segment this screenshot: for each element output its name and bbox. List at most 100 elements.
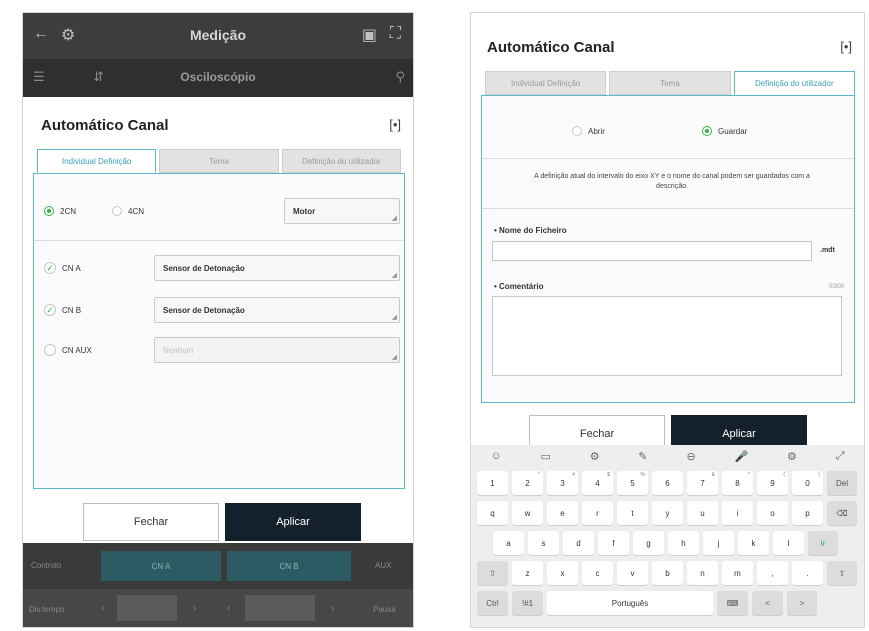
settings-icon[interactable]: ⚙	[590, 450, 600, 463]
prev-icon[interactable]: ‹	[227, 603, 230, 614]
tab-individual[interactable]: Individual Definição	[37, 149, 157, 173]
handwriting-icon[interactable]: ✎	[638, 450, 647, 463]
key-j[interactable]: j	[703, 531, 734, 555]
tab-individual[interactable]: Individual Definição	[485, 71, 607, 95]
key-2[interactable]: 2 "	[512, 471, 543, 495]
radio-save[interactable]: Guardar	[702, 126, 747, 136]
channel-a-sensor-select[interactable]: Sensor de Detonação ◢	[154, 255, 400, 281]
fullscreen-icon[interactable]: ⛶	[390, 25, 401, 43]
tab-bar: Individual Definição Tema Definição do u…	[37, 149, 401, 173]
key-3[interactable]: 3 #	[547, 471, 578, 495]
key-d[interactable]: d	[563, 531, 594, 555]
comment-textarea[interactable]	[492, 296, 842, 376]
key-o[interactable]: o	[757, 501, 788, 525]
shift-key[interactable]: ⇧	[827, 561, 857, 585]
key-i[interactable]: i	[722, 501, 753, 525]
key-secondary-label: "	[538, 472, 540, 478]
emoji-icon[interactable]: ☺	[490, 450, 501, 462]
radio-4cn[interactable]: 4CN	[112, 206, 144, 216]
key-w[interactable]: w	[512, 501, 543, 525]
tab-user-definition[interactable]: Definição do utilizador	[281, 149, 401, 173]
apply-button[interactable]: Aplicar	[225, 503, 361, 541]
key-q[interactable]: q	[477, 501, 508, 525]
delete-key[interactable]: Del	[827, 471, 857, 495]
key-c[interactable]: c	[582, 561, 613, 585]
key-a[interactable]: a	[493, 531, 524, 555]
key-y[interactable]: y	[652, 501, 683, 525]
key-,[interactable]: ,	[757, 561, 788, 585]
key-k[interactable]: k	[738, 531, 769, 555]
key-v[interactable]: v	[617, 561, 648, 585]
close-button[interactable]: Fechar	[83, 503, 219, 541]
volt-field[interactable]	[245, 595, 315, 621]
filename-input[interactable]	[492, 241, 812, 261]
key-u[interactable]: u	[687, 501, 718, 525]
image-icon[interactable]: ▣	[362, 25, 377, 45]
key-f[interactable]: f	[598, 531, 629, 555]
gear-icon[interactable]: ⚙	[787, 450, 797, 463]
key-m[interactable]: m	[722, 561, 753, 585]
key-z[interactable]: z	[512, 561, 543, 585]
key-p[interactable]: p	[792, 501, 823, 525]
mode-select[interactable]: Motor ◢	[284, 198, 400, 224]
key-1[interactable]: 1	[477, 471, 508, 495]
check-icon: ✓	[44, 304, 56, 316]
next-icon[interactable]: ›	[331, 603, 334, 614]
channel-b-sensor-select[interactable]: Sensor de Detonação ◢	[154, 297, 400, 323]
key-x[interactable]: x	[547, 561, 578, 585]
tab-theme[interactable]: Tema	[159, 149, 279, 173]
radio-2cn[interactable]: 2CN	[44, 206, 76, 216]
key-0[interactable]: 0)	[792, 471, 823, 495]
expand-icon[interactable]: [•]	[389, 117, 401, 132]
ctrl-key[interactable]: Ctrl	[477, 591, 508, 615]
radio-open[interactable]: Abrir	[572, 126, 605, 136]
key-b[interactable]: b	[652, 561, 683, 585]
go-key[interactable]: Ir	[808, 531, 838, 555]
dialog-title: Automático Canal	[41, 117, 169, 134]
prev-icon[interactable]: ‹	[101, 603, 104, 614]
key-s[interactable]: s	[528, 531, 559, 555]
key-e[interactable]: e	[547, 501, 578, 525]
tab-user-definition[interactable]: Definição do utilizador	[733, 71, 855, 95]
cursor-right-key[interactable]: >	[787, 591, 817, 615]
tab-theme[interactable]: Tema	[609, 71, 731, 95]
app-subheader: ☰ ⇵ Osciloscópio ⚲	[23, 59, 413, 97]
key-5[interactable]: 5%	[617, 471, 648, 495]
clipboard-icon[interactable]: ⊖	[686, 450, 695, 463]
collapse-icon[interactable]: ⤢	[836, 450, 845, 463]
sticker-icon[interactable]: ▭	[540, 450, 550, 463]
search-icon[interactable]: ⚲	[395, 69, 405, 85]
keyboard-switch-key[interactable]: ⌨	[717, 591, 748, 615]
timebase-field[interactable]	[117, 595, 177, 621]
key-n[interactable]: n	[687, 561, 718, 585]
key-7[interactable]: 7 &	[687, 471, 718, 495]
key-4[interactable]: 4 $	[582, 471, 613, 495]
channel-b-checkbox[interactable]: ✓ CN B	[44, 304, 81, 316]
key-r[interactable]: r	[582, 501, 613, 525]
channel-aux-checkbox[interactable]: CN AUX	[44, 344, 92, 356]
expand-icon[interactable]: [•]	[840, 39, 852, 54]
key-t[interactable]: t	[617, 501, 648, 525]
key-label: 5	[630, 478, 635, 488]
channel-a-checkbox[interactable]: ✓ CN A	[44, 262, 81, 274]
next-icon[interactable]: ›	[193, 603, 196, 614]
channel-aux-sensor-select[interactable]: Nenhum ◢	[154, 337, 400, 363]
key-.[interactable]: .	[792, 561, 823, 585]
key-l[interactable]: l	[773, 531, 804, 555]
symbols-key[interactable]: !#1	[512, 591, 543, 615]
key-secondary-label: (	[783, 472, 785, 478]
key-6[interactable]: 6	[652, 471, 683, 495]
space-key[interactable]: Português	[547, 591, 713, 615]
key-h[interactable]: h	[668, 531, 699, 555]
pause-label[interactable]: Pausa	[373, 605, 396, 614]
channel-b-button[interactable]: CN B	[227, 551, 351, 581]
microphone-icon[interactable]: 🎤	[735, 450, 749, 463]
key-8[interactable]: 8 *	[722, 471, 753, 495]
resize-corner-icon: ◢	[391, 354, 397, 361]
backspace-key[interactable]: ⌫	[827, 501, 857, 525]
key-9[interactable]: 9(	[757, 471, 788, 495]
channel-a-button[interactable]: CN A	[101, 551, 221, 581]
shift-key[interactable]: ⇧	[477, 561, 508, 585]
key-g[interactable]: g	[633, 531, 664, 555]
cursor-left-key[interactable]: <	[752, 591, 783, 615]
